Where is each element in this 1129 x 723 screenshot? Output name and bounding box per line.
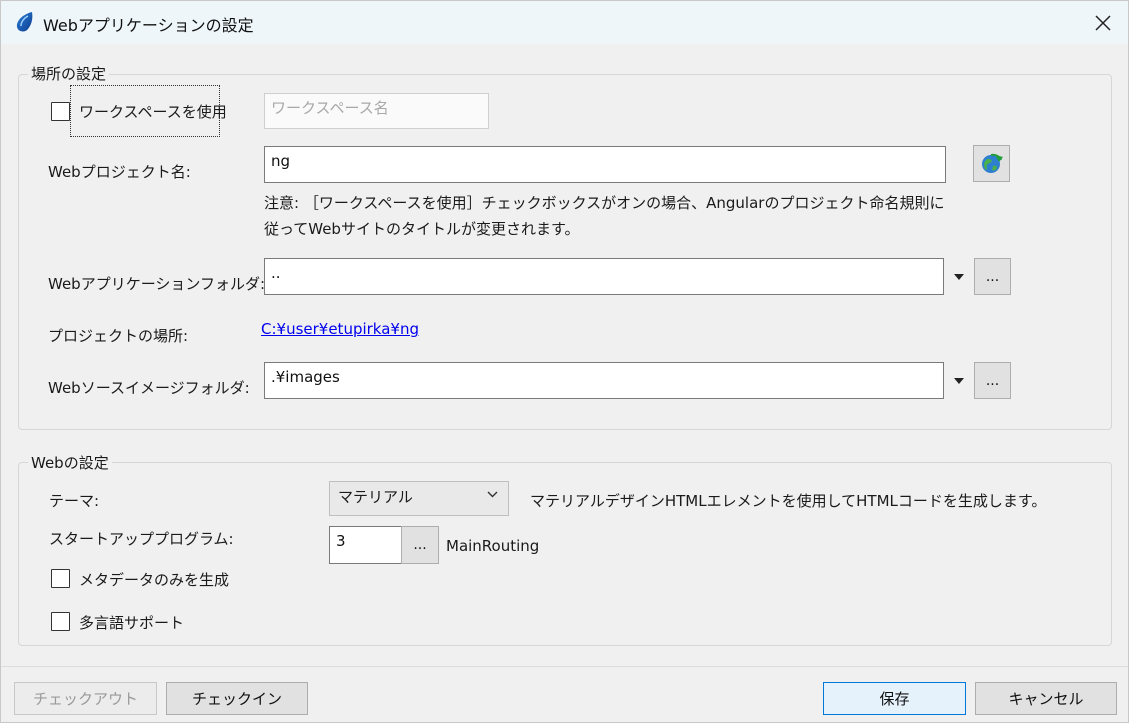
project-location-label: プロジェクトの場所: [48,327,189,345]
app-folder-label: Webアプリケーションフォルダ: [48,275,266,293]
chevron-down-icon [487,491,498,498]
refresh-button[interactable] [973,145,1010,182]
workspace-note-line2: 従ってWebサイトのタイトルが変更されます。 [264,220,580,238]
globe-refresh-icon [981,153,1003,173]
save-button[interactable]: 保存 [823,682,966,715]
checkout-button[interactable]: チェックアウト [14,682,157,715]
metadata-only-checkbox[interactable] [51,569,70,588]
app-folder-input[interactable]: .. [264,258,944,295]
checkin-button[interactable]: チェックイン [166,682,308,715]
multilang-label[interactable]: 多言語サポート [79,612,184,633]
image-folder-browse-button[interactable]: ... [974,362,1011,399]
workspace-note-line1: 注意: ［ワークスペースを使用］チェックボックスがオンの場合、Angularのプ… [264,194,945,212]
web-project-name-label: Webプロジェクト名: [48,163,191,181]
use-workspace-label[interactable]: ワークスペースを使用 [79,101,227,122]
image-folder-input[interactable]: .¥images [264,362,944,399]
multilang-checkbox[interactable] [51,612,70,631]
project-location-link[interactable]: C:¥user¥etupirka¥ng [261,320,419,338]
footer-divider [1,666,1128,667]
close-icon[interactable] [1088,8,1118,38]
image-folder-dropdown-icon[interactable] [954,378,964,384]
droplet-icon [16,12,33,32]
workspace-note: 注意: ［ワークスペースを使用］チェックボックスがオンの場合、Angularのプ… [264,190,944,242]
metadata-only-label[interactable]: メタデータのみを生成 [79,569,229,590]
web-group-title: Webの設定 [28,452,112,473]
cancel-button[interactable]: キャンセル [975,682,1117,715]
title-bar: Webアプリケーションの設定 [1,1,1128,44]
app-folder-browse-button[interactable]: ... [974,258,1011,295]
theme-label: テーマ: [49,492,100,510]
startup-program-browse-button[interactable]: ... [401,526,439,564]
theme-select[interactable]: マテリアル [329,481,509,516]
window-title: Webアプリケーションの設定 [43,16,254,35]
location-group-title: 場所の設定 [28,63,110,84]
settings-dialog: Webアプリケーションの設定 場所の設定 ワークスペースを使用 ワークスペース名… [0,0,1129,723]
web-project-name-input[interactable]: ng [264,146,946,183]
theme-select-value: マテリアル [338,488,413,506]
image-folder-label: Webソースイメージフォルダ: [48,379,250,397]
startup-program-input[interactable]: 3 [329,526,403,564]
startup-program-label: スタートアッププログラム: [49,530,234,548]
startup-program-name: MainRouting [446,537,540,555]
app-folder-dropdown-icon[interactable] [954,274,964,280]
use-workspace-checkbox[interactable] [51,102,70,121]
theme-description: マテリアルデザインHTMLエレメントを使用してHTMLコードを生成します。 [530,492,1047,510]
workspace-name-input: ワークスペース名 [264,93,489,129]
